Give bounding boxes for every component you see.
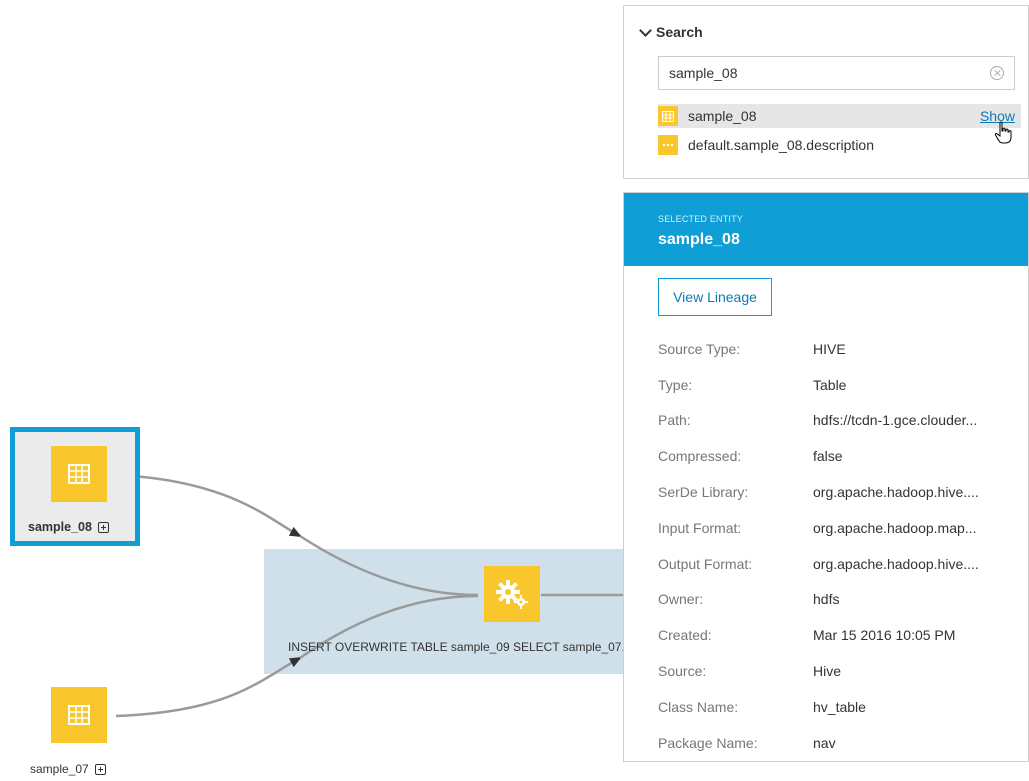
property-label: Package Name: [658,734,758,751]
property-row: Source: Hive [658,653,1028,689]
property-label: SerDe Library: [658,484,749,501]
table-icon[interactable] [51,687,107,743]
property-label: Input Format: [658,519,742,536]
property-value: Hive [813,663,842,680]
property-value: org.apache.hadoop.map... [813,519,977,536]
hand-cursor-icon [994,121,1012,144]
property-value: org.apache.hadoop.hive.... [813,484,979,501]
property-value: Table [813,376,847,393]
property-value: Mar 15 2016 10:05 PM [813,627,956,644]
field-icon [658,135,678,155]
search-header-label: Search [656,24,703,40]
node-sample-08-label: sample_08 [28,520,109,534]
property-value: nav [813,734,836,751]
property-row: Output Format: org.apache.hadoop.hive...… [658,546,1028,582]
search-input[interactable] [659,57,989,89]
node-name: sample_07 [30,762,89,776]
entity-eyebrow: SELECTED ENTITY [658,214,744,224]
property-row: Source Type: HIVE [658,331,1028,367]
view-lineage-button[interactable]: View Lineage [658,278,772,316]
entity-details-panel: SELECTED ENTITY sample_08 View Lineage S… [623,192,1029,762]
search-panel: Search sample_08 Show default.sample_0 [623,5,1029,179]
property-row: SerDe Library: org.apache.hadoop.hive...… [658,474,1028,510]
property-label: Path: [658,412,691,429]
entity-header: SELECTED ENTITY sample_08 [624,193,1028,266]
node-sample-07-label: sample_07 [30,762,106,776]
entity-title: sample_08 [658,231,740,248]
edge-sample-07-to-operation [115,656,302,718]
property-row: Package Name: nav [658,725,1028,761]
search-result-item[interactable]: sample_08 Show [658,104,1021,128]
table-icon[interactable] [51,446,107,502]
property-value: false [813,448,843,465]
property-row: Path: hdfs://tcdn-1.gce.clouder... [658,403,1028,439]
property-value: HIVE [813,340,846,357]
property-label: Source: [658,663,707,680]
table-icon [658,106,678,126]
property-row: Owner: hdfs [658,582,1028,618]
property-row: Created: Mar 15 2016 10:05 PM [658,617,1028,653]
search-result-label: default.sample_08.description [688,137,875,153]
property-label: Source Type: [658,340,741,357]
edge-sample-08-to-operation [115,473,302,538]
property-label: Output Format: [658,555,753,572]
property-label: Owner: [658,591,704,608]
clear-search-icon[interactable] [990,66,1004,80]
search-result-item[interactable]: default.sample_08.description [658,133,1021,157]
property-row: Class Name: hv_table [658,689,1028,725]
search-input-wrapper [658,56,1015,90]
expand-icon[interactable] [97,521,109,533]
property-value: hdfs [813,591,840,608]
entity-properties: Source Type: HIVE Type: Table Path: hdfs… [658,331,1028,761]
search-result-label: sample_08 [688,108,757,124]
property-value: hdfs://tcdn-1.gce.clouder... [813,412,978,429]
property-value: org.apache.hadoop.hive.... [813,555,979,572]
expand-icon[interactable] [94,763,106,775]
operation-query-text: INSERT OVERWRITE TABLE sample_09 SELECT … [288,640,626,654]
property-value: hv_table [813,698,866,715]
property-label: Compressed: [658,448,742,465]
chevron-down-icon[interactable] [639,23,652,37]
property-label: Created: [658,627,712,644]
edge-sample-08-continuation [299,534,479,597]
property-row: Input Format: org.apache.hadoop.map... [658,510,1028,546]
search-header[interactable]: Search [639,23,703,40]
gears-icon[interactable] [484,566,540,622]
property-row: Type: Table [658,367,1028,403]
property-label: Type: [658,376,693,393]
property-label: Class Name: [658,698,739,715]
node-name: sample_08 [28,520,92,534]
property-row: Compressed: false [658,438,1028,474]
